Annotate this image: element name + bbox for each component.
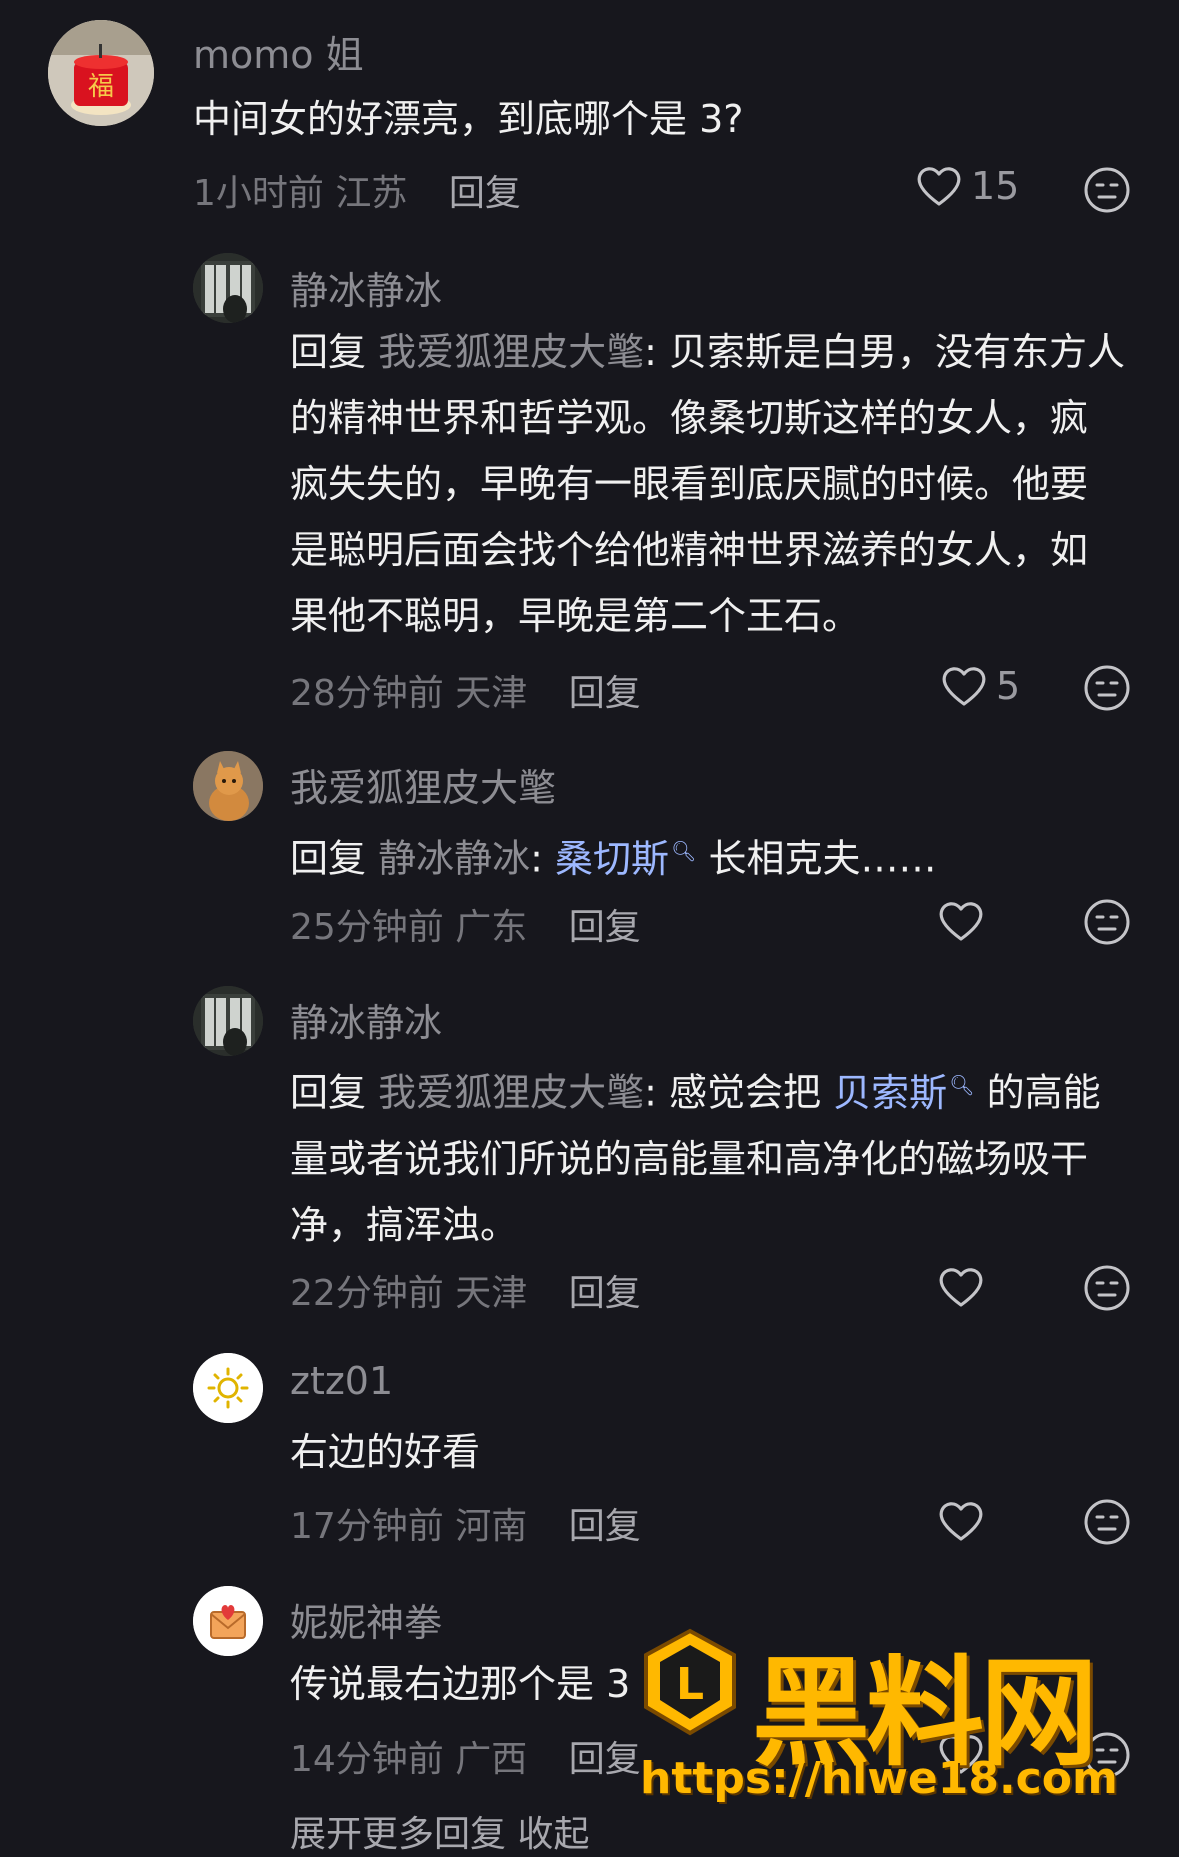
timestamp: 1小时前 (193, 173, 324, 214)
envelope-heart-avatar[interactable] (193, 1586, 263, 1656)
like-button[interactable] (937, 1265, 993, 1309)
like-button[interactable] (937, 899, 993, 943)
location: 天津 (455, 1273, 528, 1314)
watermark-url: https://hlwe18.com (640, 1753, 1118, 1804)
timestamp: 14分钟前 (290, 1739, 444, 1780)
reply-body-after: 长相克夫…… (696, 836, 937, 881)
reply-button[interactable]: 回复 (569, 1739, 641, 1780)
timestamp: 28分钟前 (290, 673, 444, 714)
reply-button[interactable]: 回复 (569, 907, 641, 948)
mention-text: 贝索斯 (833, 1070, 948, 1115)
username[interactable]: 静冰静冰 (290, 260, 442, 315)
heart-icon (939, 1268, 983, 1307)
heart-icon (917, 167, 961, 206)
comment-meta: 22分钟前 天津 回复 (290, 1264, 641, 1316)
comment-meta: 25分钟前 广东 回复 (290, 898, 641, 950)
dislike-icon[interactable] (1083, 1498, 1131, 1546)
mention-link[interactable]: 贝索斯 🔍︎ (833, 1071, 974, 1115)
svg-text:L: L (676, 1659, 704, 1710)
search-icon: 🔍︎ (949, 1073, 975, 1097)
reply-target-username[interactable]: 我爱狐狸皮大氅 (378, 1071, 644, 1115)
like-button[interactable] (937, 1499, 993, 1543)
reply-prefix: 回复 (290, 330, 367, 374)
comment-meta: 14分钟前 广西 回复 (290, 1730, 641, 1782)
cat-avatar[interactable] (193, 751, 263, 821)
dislike-icon[interactable] (1083, 1264, 1131, 1312)
comment-text: 回复 我爱狐狸皮大氅: 贝索斯是白男，没有东方人的精神世界和哲学观。像桑切斯这样… (290, 319, 1125, 649)
dislike-icon[interactable] (1083, 898, 1131, 946)
dislike-icon[interactable] (1083, 664, 1131, 712)
timestamp: 17分钟前 (290, 1506, 444, 1547)
sun-avatar[interactable] (193, 1353, 263, 1423)
timestamp: 22分钟前 (290, 1273, 444, 1314)
comment-meta: 28分钟前 天津 回复 (290, 664, 641, 716)
search-icon: 🔍︎ (671, 839, 697, 863)
timestamp: 25分钟前 (290, 907, 444, 948)
comment-text: 回复 我爱狐狸皮大氅: 感觉会把 贝索斯 🔍︎ 的高能量或者说我们所说的高能量和高… (290, 1052, 1125, 1258)
location: 河南 (455, 1506, 528, 1547)
location: 江苏 (335, 173, 408, 214)
expand-replies-button[interactable]: 展开更多回复 收起 (290, 1805, 589, 1857)
reply-button[interactable]: 回复 (569, 1506, 641, 1547)
window-avatar[interactable] (193, 986, 263, 1056)
reply-button[interactable]: 回复 (449, 173, 521, 214)
mention-text: 桑切斯 (555, 836, 670, 881)
username[interactable]: momo 姐 (193, 24, 364, 79)
comment-text: 回复 静冰静冰: 桑切斯 🔍︎ 长相克夫…… (290, 818, 1179, 892)
reply-body-before: : (530, 836, 556, 881)
username[interactable]: 静冰静冰 (290, 992, 442, 1047)
window-avatar[interactable] (193, 253, 263, 323)
svg-text:福: 福 (88, 72, 114, 102)
watermark: L 黑料网 https://hlwe18.com (640, 1625, 1160, 1825)
like-count: 5 (996, 664, 1021, 708)
cake-avatar[interactable]: 福 (48, 20, 154, 126)
reply-button[interactable]: 回复 (569, 1273, 641, 1314)
heart-icon (939, 1502, 983, 1541)
reply-prefix: 回复 (290, 836, 367, 881)
location: 天津 (455, 673, 528, 714)
like-button[interactable]: 15 (915, 164, 1019, 208)
reply-target-username[interactable]: 我爱狐狸皮大氅 (378, 330, 644, 374)
reply-prefix: 回复 (290, 1070, 367, 1115)
reply-body-before: : 感觉会把 (644, 1070, 834, 1115)
comment-meta: 1小时前 江苏 回复 (193, 164, 521, 216)
reply-button[interactable]: 回复 (569, 673, 641, 714)
reply-target-username[interactable]: 静冰静冰 (378, 837, 530, 881)
mention-link[interactable]: 桑切斯 🔍︎ (555, 837, 696, 881)
reply-body: : 贝索斯是白男，没有东方人的精神世界和哲学观。像桑切斯这样的女人，疯疯失失的，… (290, 330, 1126, 638)
dislike-icon[interactable] (1083, 166, 1131, 214)
watermark-logo-icon: L (644, 1628, 736, 1736)
username[interactable]: 妮妮神拳 (290, 1592, 442, 1647)
heart-icon (939, 902, 983, 941)
like-button[interactable]: 5 (940, 664, 1020, 708)
like-count: 15 (971, 164, 1020, 208)
heart-icon (942, 667, 986, 706)
username[interactable]: ztz01 (290, 1359, 393, 1403)
comment-text: 右边的好看 (290, 1430, 481, 1474)
comment-meta: 17分钟前 河南 回复 (290, 1497, 641, 1549)
location: 广东 (455, 907, 528, 948)
username[interactable]: 我爱狐狸皮大氅 (290, 757, 556, 812)
location: 广西 (455, 1739, 528, 1780)
comment-text: 中间女的好漂亮，到底哪个是 3? (193, 97, 744, 141)
